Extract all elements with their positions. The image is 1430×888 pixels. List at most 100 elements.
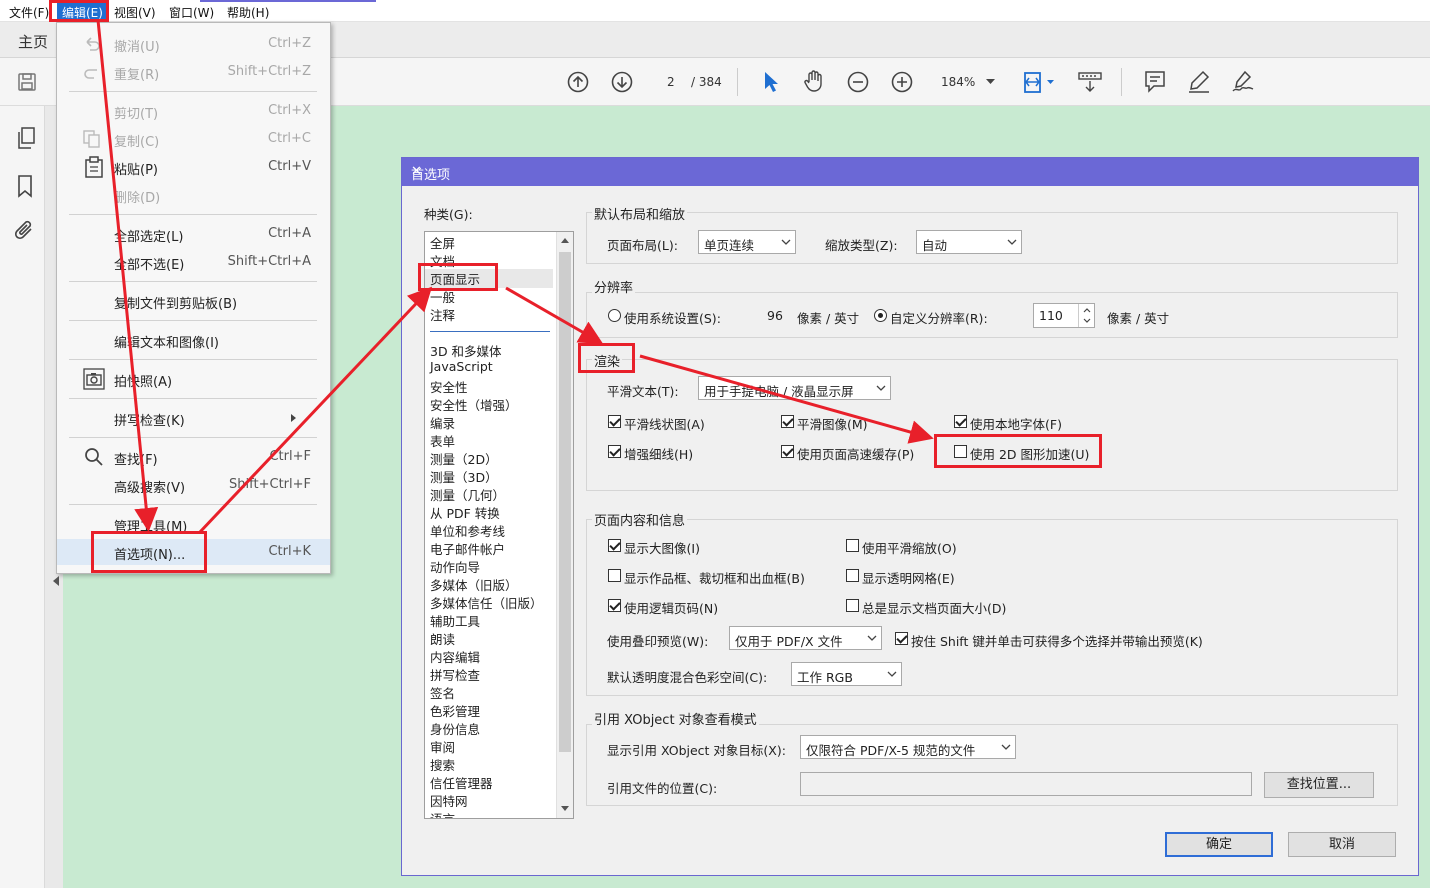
menu-item-redo[interactable]: 重复(R) Shift+Ctrl+Z — [57, 59, 330, 85]
page-cache-checkbox[interactable] — [781, 445, 794, 458]
zoom-dropdown-icon[interactable] — [986, 79, 995, 85]
page-down-icon[interactable] — [611, 71, 633, 93]
category-item[interactable]: 测量（2D） — [430, 449, 498, 468]
smooth-text-select[interactable]: 用于手提电脑 / 液晶显示屏 — [698, 376, 891, 400]
category-item[interactable]: 朗读 — [430, 629, 455, 648]
category-item[interactable]: 签名 — [430, 683, 455, 702]
menu-item-copy-file[interactable]: 复制文件到剪贴板(B) — [57, 288, 330, 314]
fit-page-icon[interactable] — [1022, 69, 1056, 95]
menu-item-snapshot[interactable]: 拍快照(A) — [57, 366, 330, 392]
xobject-location-field[interactable] — [800, 772, 1252, 796]
large-images-checkbox[interactable] — [608, 539, 621, 552]
category-item[interactable]: 单位和参考线 — [430, 521, 505, 540]
collapse-arrow-icon[interactable] — [53, 576, 59, 586]
category-item[interactable]: 电子邮件帐户 — [430, 539, 505, 558]
menu-item-edit-text[interactable]: 编辑文本和图像(I) — [57, 327, 330, 353]
system-resolution-radio[interactable] — [608, 309, 621, 322]
category-item[interactable]: 多媒体（旧版） — [430, 575, 518, 594]
thin-lines-checkbox[interactable] — [608, 445, 621, 458]
menu-item-select-all[interactable]: 全部选定(L) Ctrl+A — [57, 221, 330, 247]
zoom-out-icon[interactable] — [847, 71, 869, 93]
local-fonts-checkbox[interactable] — [954, 415, 967, 428]
category-item[interactable]: 审阅 — [430, 737, 455, 756]
category-item[interactable]: 色彩管理 — [430, 701, 480, 720]
zoom-level-value[interactable]: 184% — [941, 75, 975, 89]
xobject-show-select[interactable]: 仅限符合 PDF/X-5 规范的文件 — [800, 735, 1016, 759]
tab-home[interactable]: 主页 — [18, 31, 48, 52]
category-item[interactable]: 搜索 — [430, 755, 455, 774]
bookmark-icon[interactable] — [16, 174, 34, 198]
ok-button[interactable]: 确定 — [1165, 832, 1273, 857]
custom-resolution-radio[interactable] — [874, 309, 887, 322]
custom-resolution-spinner[interactable]: 110 — [1033, 303, 1095, 328]
select-cursor-icon[interactable] — [762, 70, 780, 94]
close-icon[interactable]: ✕ — [411, 164, 1410, 179]
smooth-line-checkbox[interactable] — [608, 415, 621, 428]
menu-window[interactable]: 窗口(W) — [169, 4, 214, 21]
category-item[interactable]: 因特网 — [430, 791, 468, 810]
art-boxes-checkbox[interactable] — [608, 569, 621, 582]
pages-thumbnail-icon[interactable] — [15, 126, 37, 150]
save-icon[interactable] — [17, 72, 37, 92]
page-number-input[interactable]: 2 — [667, 75, 675, 89]
highlight-pen-icon[interactable] — [1187, 70, 1211, 94]
smooth-zoom-checkbox[interactable] — [846, 539, 859, 552]
categories-scrollbar[interactable] — [556, 232, 573, 818]
menu-item-cut[interactable]: 剪切(T) Ctrl+X — [57, 98, 330, 124]
attachment-icon[interactable] — [14, 219, 36, 243]
category-item[interactable]: 测量（3D） — [430, 467, 498, 486]
category-item[interactable]: 信任管理器 — [430, 773, 493, 792]
zoom-in-icon[interactable] — [891, 71, 913, 93]
category-item[interactable]: 注释 — [430, 305, 455, 324]
category-item[interactable]: 拼写检查 — [430, 665, 480, 684]
browse-location-button[interactable]: 查找位置... — [1264, 772, 1374, 798]
transparency-grid-checkbox[interactable] — [846, 569, 859, 582]
category-item[interactable]: 动作向导 — [430, 557, 480, 576]
categories-list[interactable]: 全屏 文档 页面显示 一般 注释 3D 和多媒体 JavaScript 安全性 安全性（增强）编… — [424, 231, 574, 819]
category-item[interactable]: 多媒体信任（旧版） — [430, 593, 543, 612]
scroll-down-icon[interactable] — [561, 806, 569, 811]
scrollbar-thumb[interactable] — [559, 252, 571, 752]
cancel-button[interactable]: 取消 — [1288, 832, 1396, 857]
menu-file[interactable]: 文件(F) — [9, 4, 49, 21]
hand-tool-icon[interactable] — [803, 69, 825, 93]
menu-item-find[interactable]: 查找(F) Ctrl+F — [57, 444, 330, 470]
scroll-mode-icon[interactable] — [1077, 70, 1103, 94]
shift-preview-checkbox[interactable] — [895, 632, 908, 645]
logical-page-checkbox[interactable] — [608, 599, 621, 612]
page-up-icon[interactable] — [567, 71, 589, 93]
overprint-select[interactable]: 仅用于 PDF/X 文件 — [729, 626, 882, 650]
category-item[interactable]: 身份信息 — [430, 719, 480, 738]
category-item[interactable]: 编录 — [430, 413, 455, 432]
category-item[interactable]: 从 PDF 转换 — [430, 503, 500, 522]
menu-item-paste[interactable]: 粘贴(P) Ctrl+V — [57, 154, 330, 180]
category-item[interactable]: 表单 — [430, 431, 455, 450]
sign-icon[interactable] — [1231, 70, 1257, 94]
category-item[interactable]: 全屏 — [430, 233, 455, 252]
category-item[interactable]: 内容编辑 — [430, 647, 480, 666]
menu-item-spellcheck[interactable]: 拼写检查(K) — [57, 405, 330, 431]
menu-item-deselect-all[interactable]: 全部不选(E) Shift+Ctrl+A — [57, 249, 330, 275]
menu-view[interactable]: 视图(V) — [114, 4, 156, 21]
menu-item-undo[interactable]: 撤消(U) Ctrl+Z — [57, 31, 330, 57]
category-item[interactable]: 3D 和多媒体 — [430, 341, 502, 360]
page-layout-select[interactable]: 单页连续 — [698, 230, 796, 254]
dialog-title-bar[interactable]: 首选项 ✕ — [402, 158, 1418, 186]
category-item[interactable]: 安全性（增强） — [430, 395, 518, 414]
category-item[interactable]: JavaScript — [430, 359, 493, 374]
blend-space-select[interactable]: 工作 RGB — [791, 662, 902, 686]
menu-help[interactable]: 帮助(H) — [227, 4, 269, 21]
comment-icon[interactable] — [1144, 70, 1166, 94]
menu-item-advanced-search[interactable]: 高级搜索(V) Shift+Ctrl+F — [57, 472, 330, 498]
category-item[interactable]: 测量（几何） — [430, 485, 505, 504]
menu-item-copy[interactable]: 复制(C) Ctrl+C — [57, 126, 330, 152]
category-item[interactable]: 语言 — [430, 809, 455, 818]
menu-item-delete[interactable]: 删除(D) — [57, 182, 330, 208]
scroll-up-icon[interactable] — [561, 238, 569, 243]
doc-page-size-checkbox[interactable] — [846, 599, 859, 612]
spinner-arrows-icon[interactable] — [1078, 304, 1094, 327]
category-item[interactable]: 辅助工具 — [430, 611, 480, 630]
category-item[interactable]: 安全性 — [430, 377, 468, 396]
zoom-type-select[interactable]: 自动 — [916, 230, 1022, 254]
smooth-image-checkbox[interactable] — [781, 415, 794, 428]
